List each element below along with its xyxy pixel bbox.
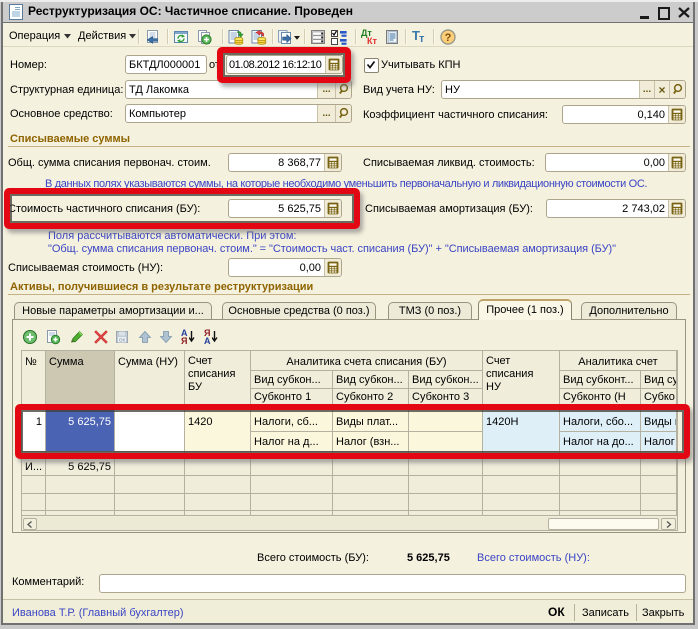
svg-text:?: ? — [445, 32, 452, 44]
svg-text:ОК: ОК — [119, 338, 126, 343]
